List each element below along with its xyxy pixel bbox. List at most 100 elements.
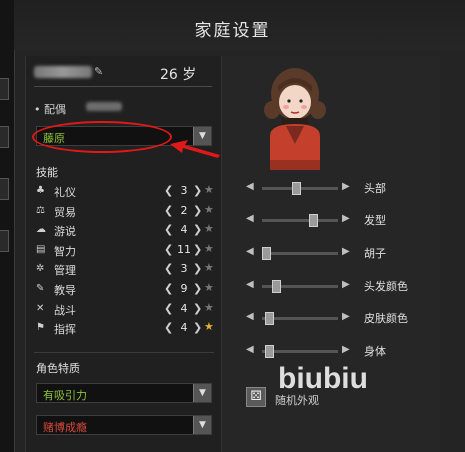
divider xyxy=(34,352,214,353)
random-appearance-button[interactable]: ⚄ xyxy=(246,387,266,407)
skill-value: 4 xyxy=(180,223,188,237)
decrease-arrow-icon[interactable]: ❮ xyxy=(164,262,173,275)
skill-name: 智力 xyxy=(54,244,76,258)
slider-label: 头部 xyxy=(364,182,386,195)
intellect-icon: ▤ xyxy=(36,243,46,255)
slider-right-arrow-icon[interactable]: ▶ xyxy=(342,344,350,355)
appearance-slider[interactable]: ◀ ▶ 头发颜色 xyxy=(244,279,434,293)
divider xyxy=(34,86,212,87)
slider-left-arrow-icon[interactable]: ◀ xyxy=(246,344,254,355)
increase-arrow-icon[interactable]: ❯ xyxy=(193,321,202,334)
character-portrait xyxy=(264,68,326,170)
skill-name: 礼仪 xyxy=(54,186,76,199)
character-age: 26 岁 xyxy=(160,67,197,83)
side-tab[interactable] xyxy=(0,178,9,200)
skill-value: 4 xyxy=(180,301,188,315)
slider-left-arrow-icon[interactable]: ◀ xyxy=(246,246,254,257)
slider-left-arrow-icon[interactable]: ◀ xyxy=(246,279,254,290)
slider-right-arrow-icon[interactable]: ▶ xyxy=(342,279,350,290)
star-icon[interactable]: ★ xyxy=(204,242,214,255)
increase-arrow-icon[interactable]: ❯ xyxy=(193,282,202,295)
increase-arrow-icon[interactable]: ❯ xyxy=(193,243,202,256)
decrease-arrow-icon[interactable]: ❮ xyxy=(164,223,173,236)
slider-label: 头发颜色 xyxy=(364,280,408,293)
skill-name: 游说 xyxy=(54,225,76,239)
slider-track[interactable] xyxy=(262,252,338,255)
increase-arrow-icon[interactable]: ❯ xyxy=(193,184,202,197)
teaching-icon: ✎ xyxy=(36,283,45,294)
side-tab[interactable] xyxy=(0,126,9,148)
star-icon[interactable]: ★ xyxy=(204,222,214,235)
trait-value-1: 有吸引力 xyxy=(43,389,87,402)
annotation-arrow xyxy=(170,140,220,158)
appearance-slider[interactable]: ◀ ▶ 发型 xyxy=(244,213,434,227)
slider-label: 身体 xyxy=(364,345,386,358)
slider-thumb[interactable] xyxy=(292,182,302,195)
increase-arrow-icon[interactable]: ❯ xyxy=(193,223,202,236)
skill-row: ♣ 礼仪 ❮ 3 ❯ ★ xyxy=(34,183,216,201)
character-name-redacted[interactable] xyxy=(34,66,92,78)
increase-arrow-icon[interactable]: ❯ xyxy=(193,204,202,217)
star-icon[interactable]: ★ xyxy=(204,301,214,314)
window-title: 家庭设置 xyxy=(194,21,271,41)
skill-value: 2 xyxy=(180,203,188,217)
decrease-arrow-icon[interactable]: ❮ xyxy=(164,243,173,256)
skill-row: ✎ 教导 ❮ 9 ❯ ★ xyxy=(34,281,216,299)
star-icon[interactable]: ★ xyxy=(204,281,214,294)
skill-name: 指挥 xyxy=(54,323,76,337)
decrease-arrow-icon[interactable]: ❮ xyxy=(164,204,173,217)
appearance-slider[interactable]: ◀ ▶ 皮肤颜色 xyxy=(244,311,434,325)
spouse-label: • 配偶 xyxy=(34,103,66,116)
skill-value: 3 xyxy=(180,262,188,276)
decrease-arrow-icon[interactable]: ❮ xyxy=(164,302,173,315)
slider-thumb[interactable] xyxy=(265,312,275,325)
skill-value: 4 xyxy=(180,321,188,335)
appearance-slider[interactable]: ◀ ▶ 胡子 xyxy=(244,246,434,260)
persuasion-icon: ☁ xyxy=(36,224,46,236)
star-icon[interactable]: ★ xyxy=(204,203,214,216)
side-tab[interactable] xyxy=(0,230,9,252)
slider-left-arrow-icon[interactable]: ◀ xyxy=(246,181,254,192)
chevron-down-icon[interactable]: ▼ xyxy=(193,416,211,434)
slider-label: 胡子 xyxy=(364,247,386,260)
annotation-circle xyxy=(32,121,172,153)
slider-left-arrow-icon[interactable]: ◀ xyxy=(246,311,254,322)
slider-thumb[interactable] xyxy=(272,280,282,293)
increase-arrow-icon[interactable]: ❯ xyxy=(193,302,202,315)
increase-arrow-icon[interactable]: ❯ xyxy=(193,262,202,275)
skill-value: 11 xyxy=(177,242,191,256)
slider-right-arrow-icon[interactable]: ▶ xyxy=(342,311,350,322)
star-icon[interactable]: ★ xyxy=(204,183,214,196)
decrease-arrow-icon[interactable]: ❮ xyxy=(164,282,173,295)
spouse-name-redacted xyxy=(86,102,122,111)
decrease-arrow-icon[interactable]: ❮ xyxy=(164,321,173,334)
trait-value-2: 赌博成瘾 xyxy=(43,421,87,434)
appearance-slider[interactable]: ◀ ▶ 头部 xyxy=(244,181,434,195)
skill-name: 贸易 xyxy=(54,205,76,219)
slider-thumb[interactable] xyxy=(265,345,275,358)
slider-right-arrow-icon[interactable]: ▶ xyxy=(342,213,350,224)
trait-dropdown-1[interactable]: 有吸引力 ▼ xyxy=(36,383,212,403)
etiquette-icon: ♣ xyxy=(36,185,45,196)
slider-thumb[interactable] xyxy=(308,214,318,227)
slider-track[interactable] xyxy=(262,219,338,222)
slider-right-arrow-icon[interactable]: ▶ xyxy=(342,246,350,257)
skill-row: ▤ 智力 ❮ 11 ❯ ★ xyxy=(34,242,216,260)
star-icon[interactable]: ★ xyxy=(204,261,214,274)
watermark-text: biubiu xyxy=(278,362,368,395)
trait-dropdown-2[interactable]: 赌博成瘾 ▼ xyxy=(36,415,212,435)
side-tab[interactable] xyxy=(0,78,9,100)
skill-value: 9 xyxy=(180,282,188,295)
edit-name-icon[interactable]: ✎ xyxy=(94,65,103,78)
slider-thumb[interactable] xyxy=(262,247,271,260)
star-icon[interactable]: ★ xyxy=(204,320,214,333)
slider-right-arrow-icon[interactable]: ▶ xyxy=(342,181,350,192)
decrease-arrow-icon[interactable]: ❮ xyxy=(164,184,173,197)
skill-name: 教导 xyxy=(54,284,76,297)
trade-icon: ⚖ xyxy=(36,204,45,216)
slider-left-arrow-icon[interactable]: ◀ xyxy=(246,213,254,224)
chevron-down-icon[interactable]: ▼ xyxy=(193,384,211,402)
skill-row: ✕ 战斗 ❮ 4 ❯ ★ xyxy=(34,301,216,319)
skill-row: ⚑ 指挥 ❮ 4 ❯ ★ xyxy=(34,320,216,338)
appearance-slider[interactable]: ◀ ▶ 身体 xyxy=(244,344,434,358)
